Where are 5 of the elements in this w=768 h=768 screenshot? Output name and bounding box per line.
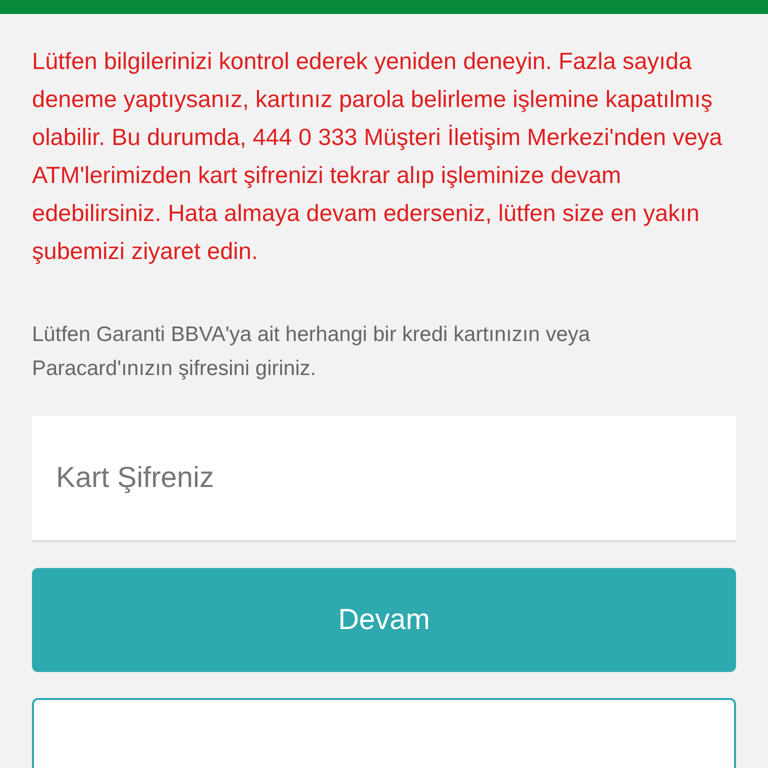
password-field[interactable]: Kart Şifreniz <box>32 416 736 542</box>
error-message: Lütfen bilgilerinizi kontrol ederek yeniden deneyin. Fazla sayıda deneme yaptıysanız, kartınız parola belirleme işlemine kapatılmış olabilir. Bu durumda, 444 0 333 Müşteri İletişim Merkezi'nden veya ATM'lerimizden kart şifrenizi tekrar alıp işleminize devam edebilirsiniz. Hata almaya devam ederseniz, lütfen size en yakın şubemizi ziyaret edin. <box>32 47 724 266</box>
instruction-text: Lütfen Garanti BBVA'ya ait herhangi bir kredi kartınızın veya Paracard'ınızın şifresini giriniz. <box>32 322 592 382</box>
continue-button[interactable]: Devam <box>32 568 736 672</box>
outline-button[interactable] <box>32 698 736 768</box>
